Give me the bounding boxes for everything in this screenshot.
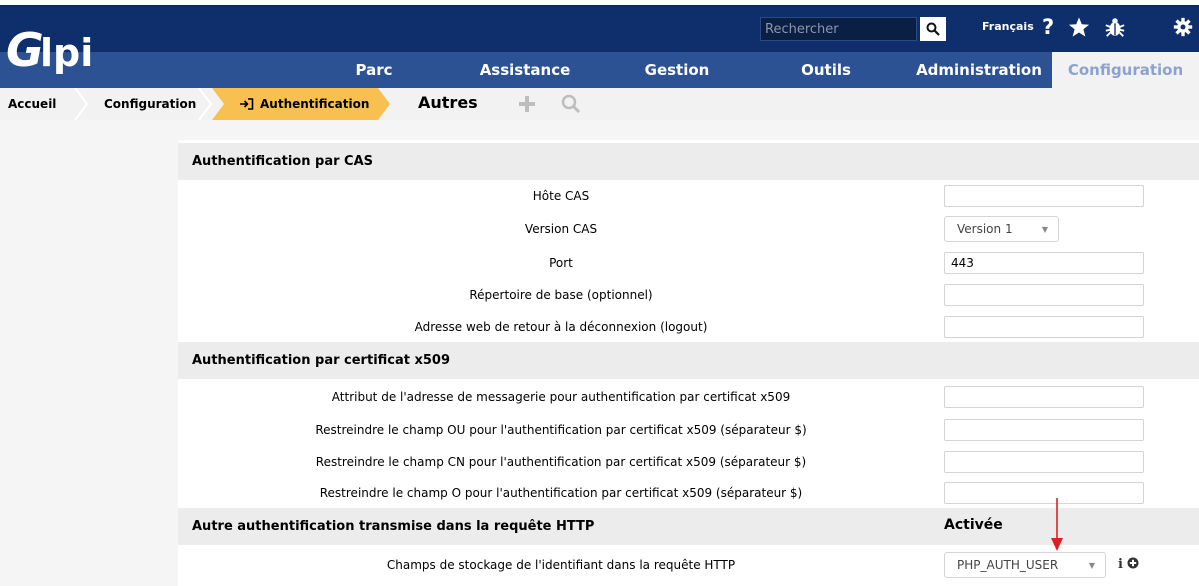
gear-icon[interactable]	[1171, 14, 1195, 40]
cas-host-input[interactable]	[944, 185, 1144, 207]
menu-parc[interactable]: Parc	[318, 52, 430, 88]
cas-logout-label: Adresse web de retour à la déconnexion (…	[414, 320, 708, 334]
breadcrumb-authentification[interactable]: Authentification	[240, 88, 369, 120]
svg-text:lpi: lpi	[40, 31, 93, 75]
cas-basedir-label: Répertoire de base (optionnel)	[469, 288, 653, 302]
page-title: Autres	[418, 93, 478, 112]
add-icon[interactable]	[516, 93, 538, 115]
cas-version-select[interactable]: Version 1 ▼	[944, 216, 1059, 242]
breadcrumb-separator	[74, 88, 88, 120]
x509-cn-label: Restreindre le champ CN pour l'authentif…	[315, 455, 807, 469]
svg-text:i: i	[1118, 557, 1123, 572]
x509-email-input[interactable]	[944, 386, 1144, 408]
menu-configuration[interactable]: Configuration	[1052, 52, 1199, 88]
cas-version-label: Version CAS	[524, 222, 598, 236]
sign-in-icon	[240, 98, 254, 110]
cas-port-input[interactable]	[944, 252, 1144, 274]
search-icon[interactable]	[560, 93, 582, 115]
x509-o-label: Restreindre le champ O pour l'authentifi…	[319, 486, 803, 500]
http-field-value: PHP_AUTH_USER	[957, 558, 1059, 572]
menu-gestion[interactable]: Gestion	[622, 52, 732, 88]
info-icon[interactable]: i	[1117, 556, 1143, 572]
help-icon[interactable]: ?	[1037, 14, 1061, 40]
breadcrumb-home[interactable]: Accueil	[8, 88, 56, 120]
breadcrumb-authentification-label: Authentification	[260, 97, 370, 111]
magnifier-icon	[926, 22, 940, 36]
http-field-label: Champs de stockage de l'identifiant dans…	[386, 558, 736, 572]
star-icon[interactable]	[1067, 14, 1091, 40]
x509-o-input[interactable]	[944, 482, 1144, 504]
search-button[interactable]	[920, 17, 946, 41]
http-enabled-label: Activée	[944, 517, 1003, 533]
x509-ou-label: Restreindre le champ OU pour l'authentif…	[315, 423, 807, 437]
x509-cn-input[interactable]	[944, 451, 1144, 473]
breadcrumb-separator	[198, 88, 212, 120]
annotation-arrow	[1051, 498, 1063, 551]
http-field-select[interactable]: PHP_AUTH_USER ▼	[944, 552, 1106, 578]
cas-basedir-input[interactable]	[944, 284, 1144, 306]
search-input[interactable]	[760, 17, 917, 41]
menu-administration[interactable]: Administration	[906, 52, 1052, 88]
section-x509-header: Authentification par certificat x509	[178, 342, 1199, 379]
header-top-line	[0, 5, 1199, 6]
glpi-logo[interactable]: G lpi	[6, 20, 116, 76]
svg-text:G: G	[6, 23, 44, 76]
bug-icon[interactable]	[1103, 14, 1127, 40]
x509-ou-input[interactable]	[944, 419, 1144, 441]
menu-assistance[interactable]: Assistance	[470, 52, 580, 88]
cas-logout-input[interactable]	[944, 316, 1144, 338]
cas-version-value: Version 1	[957, 222, 1013, 236]
x509-email-label: Attribut de l'adresse de messagerie pour…	[331, 390, 791, 404]
section-cas-header: Authentification par CAS	[178, 143, 1199, 180]
cas-port-label: Port	[549, 256, 573, 270]
chevron-down-icon: ▼	[1041, 224, 1048, 234]
breadcrumb-configuration[interactable]: Configuration	[104, 88, 196, 120]
cas-host-label: Hôte CAS	[532, 189, 590, 203]
menu-outils[interactable]: Outils	[774, 52, 878, 88]
svg-text:?: ?	[1042, 16, 1054, 38]
language-selector[interactable]: Français	[982, 20, 1034, 33]
chevron-down-icon: ▼	[1088, 560, 1095, 570]
